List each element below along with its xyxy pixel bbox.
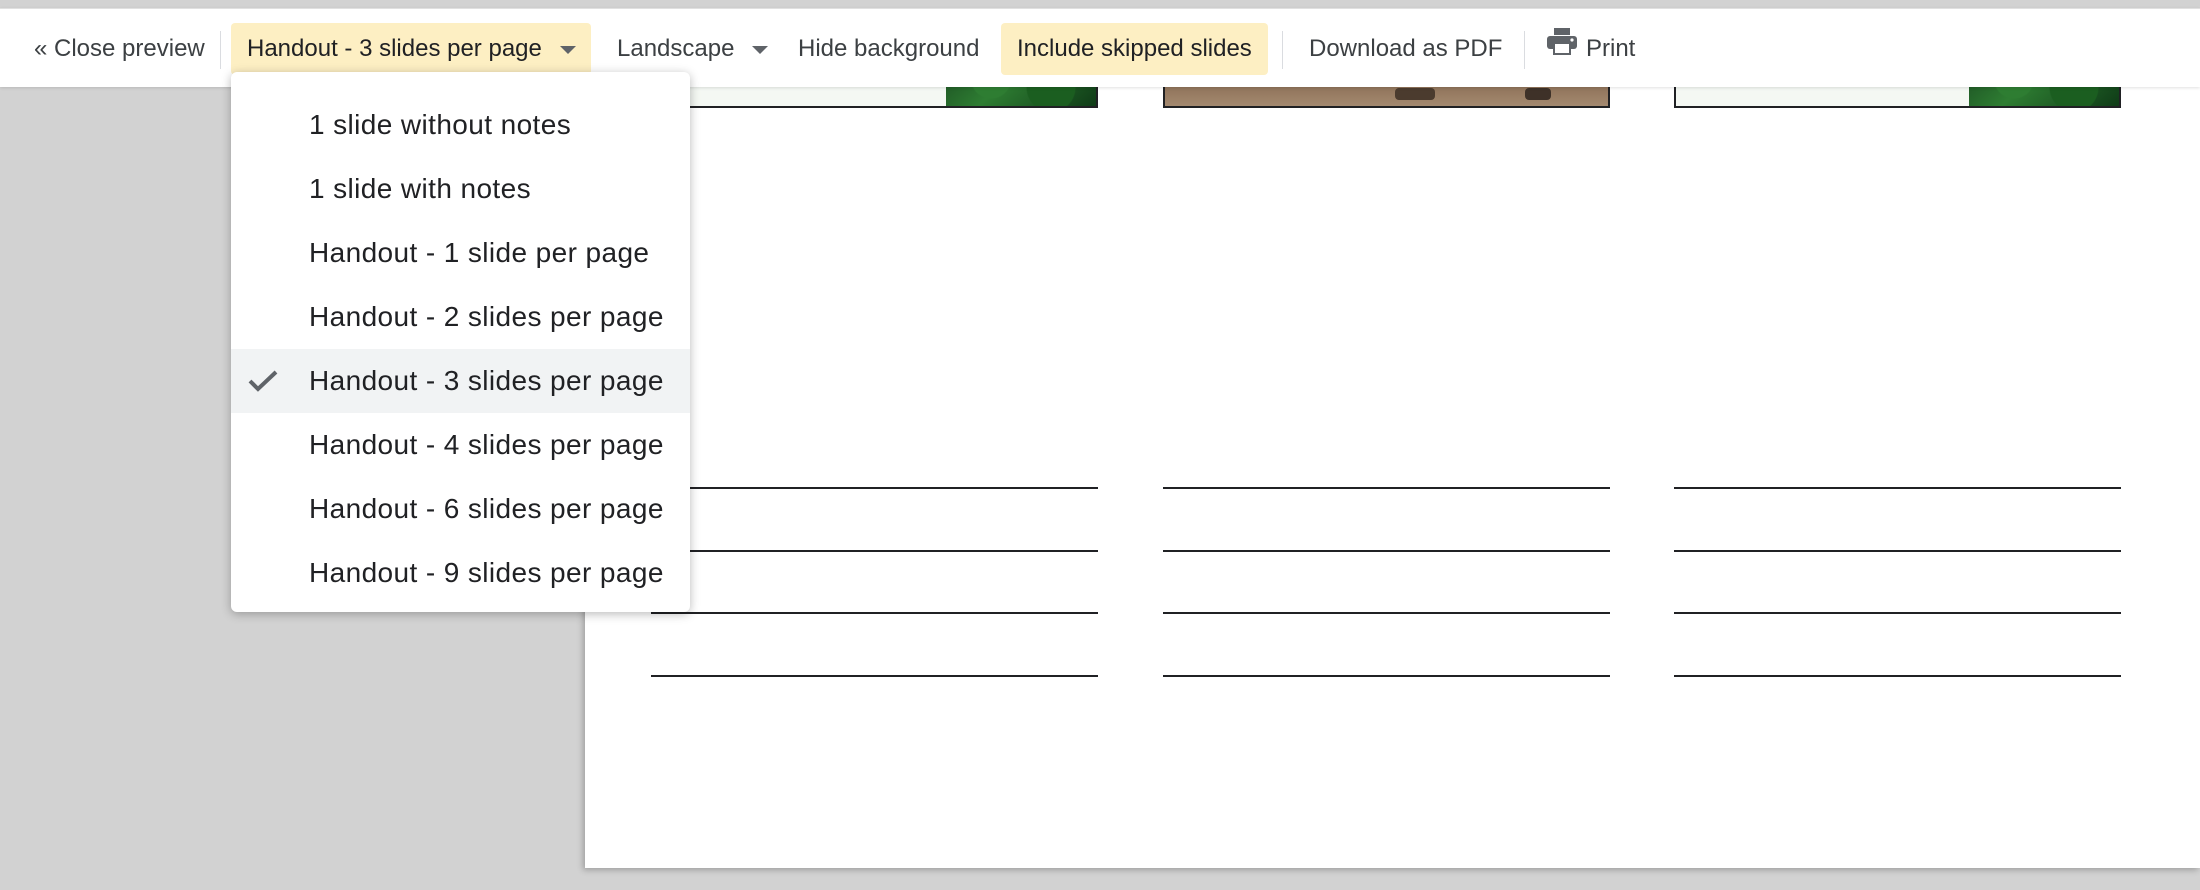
notes-line xyxy=(651,487,1098,489)
notes-line xyxy=(1674,487,2121,489)
menu-item-handout-9[interactable]: Handout - 9 slides per page xyxy=(231,541,690,605)
notes-line xyxy=(1674,550,2121,552)
layout-dropdown-label: Handout - 3 slides per page xyxy=(247,35,542,62)
check-icon xyxy=(243,349,283,413)
menu-item-label: Handout - 2 slides per page xyxy=(309,301,664,332)
notes-line xyxy=(651,550,1098,552)
menu-item-1-slide-with-notes[interactable]: 1 slide with notes xyxy=(231,157,690,221)
menu-item-label: Handout - 4 slides per page xyxy=(309,429,664,460)
orientation-dropdown-label: Landscape xyxy=(617,35,735,62)
notes-line xyxy=(651,675,1098,677)
notes-line xyxy=(1163,612,1610,614)
menu-item-handout-4[interactable]: Handout - 4 slides per page xyxy=(231,413,690,477)
photo-detail xyxy=(1525,88,1551,100)
notes-line xyxy=(1674,675,2121,677)
menu-item-1-slide-without-notes[interactable]: 1 slide without notes xyxy=(231,93,690,157)
menu-item-label: Handout - 9 slides per page xyxy=(309,557,664,588)
menu-item-handout-1[interactable]: Handout - 1 slide per page xyxy=(231,221,690,285)
layout-dropdown-menu: 1 slide without notes 1 slide with notes… xyxy=(231,72,690,612)
orientation-dropdown[interactable]: Landscape xyxy=(601,23,784,75)
chevron-down-icon xyxy=(559,45,576,54)
menu-item-label: Handout - 6 slides per page xyxy=(309,493,664,524)
menu-item-label: 1 slide without notes xyxy=(309,109,572,140)
chevron-down-icon xyxy=(752,45,769,54)
printer-icon xyxy=(1546,22,1578,74)
notes-line xyxy=(1674,612,2121,614)
menu-item-handout-2[interactable]: Handout - 2 slides per page xyxy=(231,285,690,349)
menu-item-label: 1 slide with notes xyxy=(309,173,531,204)
print-button-label: Print xyxy=(1586,35,1636,62)
menu-item-handout-6[interactable]: Handout - 6 slides per page xyxy=(231,477,690,541)
menu-item-label: Handout - 1 slide per page xyxy=(309,237,650,268)
toolbar-divider xyxy=(1282,31,1283,69)
handout-page-preview xyxy=(585,60,2200,868)
notes-line xyxy=(1163,675,1610,677)
close-preview-button[interactable]: « Close preview xyxy=(18,23,221,75)
notes-line xyxy=(1163,487,1610,489)
download-pdf-button[interactable]: Download as PDF xyxy=(1293,23,1518,75)
toolbar-divider xyxy=(1524,31,1525,69)
toolbar-divider xyxy=(220,31,221,69)
layout-dropdown[interactable]: Handout - 3 slides per page xyxy=(231,23,591,75)
menu-item-label: Handout - 3 slides per page xyxy=(309,365,664,396)
notes-line xyxy=(1163,550,1610,552)
print-button[interactable]: Print xyxy=(1530,23,1651,75)
include-skipped-slides-button[interactable]: Include skipped slides xyxy=(1001,23,1268,75)
notes-line xyxy=(651,612,1098,614)
menu-item-handout-3[interactable]: Handout - 3 slides per page xyxy=(231,349,690,413)
hide-background-button[interactable]: Hide background xyxy=(782,23,995,75)
photo-detail xyxy=(1395,88,1435,100)
